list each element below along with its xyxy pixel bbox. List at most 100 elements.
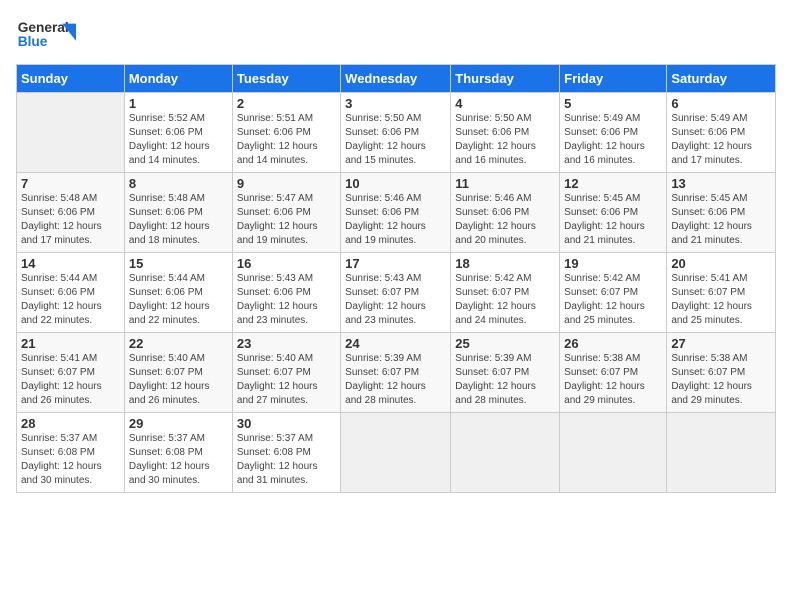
- day-cell: 15Sunrise: 5:44 AM Sunset: 6:06 PM Dayli…: [124, 253, 232, 333]
- day-info: Sunrise: 5:44 AM Sunset: 6:06 PM Dayligh…: [129, 272, 228, 328]
- logo: General Blue: [16, 16, 76, 56]
- svg-text:General: General: [18, 20, 69, 35]
- day-number: 15: [129, 256, 228, 271]
- day-cell: 16Sunrise: 5:43 AM Sunset: 6:06 PM Dayli…: [232, 253, 340, 333]
- day-info: Sunrise: 5:49 AM Sunset: 6:06 PM Dayligh…: [564, 112, 662, 168]
- day-info: Sunrise: 5:50 AM Sunset: 6:06 PM Dayligh…: [345, 112, 446, 168]
- day-info: Sunrise: 5:49 AM Sunset: 6:06 PM Dayligh…: [671, 112, 771, 168]
- day-cell: 11Sunrise: 5:46 AM Sunset: 6:06 PM Dayli…: [451, 173, 560, 253]
- day-info: Sunrise: 5:39 AM Sunset: 6:07 PM Dayligh…: [455, 352, 555, 408]
- day-cell: 25Sunrise: 5:39 AM Sunset: 6:07 PM Dayli…: [451, 333, 560, 413]
- day-cell: 19Sunrise: 5:42 AM Sunset: 6:07 PM Dayli…: [560, 253, 667, 333]
- day-info: Sunrise: 5:42 AM Sunset: 6:07 PM Dayligh…: [564, 272, 662, 328]
- day-number: 21: [21, 336, 120, 351]
- week-row-2: 7Sunrise: 5:48 AM Sunset: 6:06 PM Daylig…: [17, 173, 776, 253]
- header-cell-saturday: Saturday: [667, 65, 776, 93]
- day-number: 5: [564, 96, 662, 111]
- day-info: Sunrise: 5:48 AM Sunset: 6:06 PM Dayligh…: [21, 192, 120, 248]
- day-number: 17: [345, 256, 446, 271]
- day-cell: 20Sunrise: 5:41 AM Sunset: 6:07 PM Dayli…: [667, 253, 776, 333]
- day-cell: 24Sunrise: 5:39 AM Sunset: 6:07 PM Dayli…: [341, 333, 451, 413]
- day-info: Sunrise: 5:37 AM Sunset: 6:08 PM Dayligh…: [237, 432, 336, 488]
- header-cell-friday: Friday: [560, 65, 667, 93]
- day-cell: 26Sunrise: 5:38 AM Sunset: 6:07 PM Dayli…: [560, 333, 667, 413]
- day-info: Sunrise: 5:40 AM Sunset: 6:07 PM Dayligh…: [237, 352, 336, 408]
- day-cell: 4Sunrise: 5:50 AM Sunset: 6:06 PM Daylig…: [451, 93, 560, 173]
- header-cell-wednesday: Wednesday: [341, 65, 451, 93]
- day-info: Sunrise: 5:47 AM Sunset: 6:06 PM Dayligh…: [237, 192, 336, 248]
- day-number: 16: [237, 256, 336, 271]
- svg-text:Blue: Blue: [18, 34, 48, 49]
- day-cell: 30Sunrise: 5:37 AM Sunset: 6:08 PM Dayli…: [232, 413, 340, 493]
- header-cell-monday: Monday: [124, 65, 232, 93]
- day-number: 12: [564, 176, 662, 191]
- day-cell: 29Sunrise: 5:37 AM Sunset: 6:08 PM Dayli…: [124, 413, 232, 493]
- day-number: 14: [21, 256, 120, 271]
- day-number: 29: [129, 416, 228, 431]
- day-info: Sunrise: 5:46 AM Sunset: 6:06 PM Dayligh…: [455, 192, 555, 248]
- day-number: 6: [671, 96, 771, 111]
- day-cell: 2Sunrise: 5:51 AM Sunset: 6:06 PM Daylig…: [232, 93, 340, 173]
- day-info: Sunrise: 5:41 AM Sunset: 6:07 PM Dayligh…: [671, 272, 771, 328]
- day-number: 24: [345, 336, 446, 351]
- day-number: 1: [129, 96, 228, 111]
- week-row-4: 21Sunrise: 5:41 AM Sunset: 6:07 PM Dayli…: [17, 333, 776, 413]
- day-number: 9: [237, 176, 336, 191]
- day-cell: 8Sunrise: 5:48 AM Sunset: 6:06 PM Daylig…: [124, 173, 232, 253]
- day-number: 13: [671, 176, 771, 191]
- day-info: Sunrise: 5:52 AM Sunset: 6:06 PM Dayligh…: [129, 112, 228, 168]
- day-info: Sunrise: 5:40 AM Sunset: 6:07 PM Dayligh…: [129, 352, 228, 408]
- day-number: 25: [455, 336, 555, 351]
- day-info: Sunrise: 5:45 AM Sunset: 6:06 PM Dayligh…: [564, 192, 662, 248]
- day-cell: [560, 413, 667, 493]
- day-number: 7: [21, 176, 120, 191]
- day-number: 19: [564, 256, 662, 271]
- day-info: Sunrise: 5:43 AM Sunset: 6:07 PM Dayligh…: [345, 272, 446, 328]
- day-number: 27: [671, 336, 771, 351]
- day-number: 22: [129, 336, 228, 351]
- day-number: 4: [455, 96, 555, 111]
- day-info: Sunrise: 5:41 AM Sunset: 6:07 PM Dayligh…: [21, 352, 120, 408]
- day-number: 23: [237, 336, 336, 351]
- day-info: Sunrise: 5:37 AM Sunset: 6:08 PM Dayligh…: [21, 432, 120, 488]
- day-cell: 10Sunrise: 5:46 AM Sunset: 6:06 PM Dayli…: [341, 173, 451, 253]
- header-cell-tuesday: Tuesday: [232, 65, 340, 93]
- header-cell-sunday: Sunday: [17, 65, 125, 93]
- day-cell: 17Sunrise: 5:43 AM Sunset: 6:07 PM Dayli…: [341, 253, 451, 333]
- day-number: 20: [671, 256, 771, 271]
- week-row-3: 14Sunrise: 5:44 AM Sunset: 6:06 PM Dayli…: [17, 253, 776, 333]
- day-cell: 3Sunrise: 5:50 AM Sunset: 6:06 PM Daylig…: [341, 93, 451, 173]
- day-info: Sunrise: 5:37 AM Sunset: 6:08 PM Dayligh…: [129, 432, 228, 488]
- calendar-table: SundayMondayTuesdayWednesdayThursdayFrid…: [16, 64, 776, 493]
- header-row: SundayMondayTuesdayWednesdayThursdayFrid…: [17, 65, 776, 93]
- day-cell: 21Sunrise: 5:41 AM Sunset: 6:07 PM Dayli…: [17, 333, 125, 413]
- day-cell: 12Sunrise: 5:45 AM Sunset: 6:06 PM Dayli…: [560, 173, 667, 253]
- day-number: 28: [21, 416, 120, 431]
- day-cell: 14Sunrise: 5:44 AM Sunset: 6:06 PM Dayli…: [17, 253, 125, 333]
- day-info: Sunrise: 5:46 AM Sunset: 6:06 PM Dayligh…: [345, 192, 446, 248]
- day-cell: 22Sunrise: 5:40 AM Sunset: 6:07 PM Dayli…: [124, 333, 232, 413]
- day-number: 18: [455, 256, 555, 271]
- day-cell: [451, 413, 560, 493]
- day-info: Sunrise: 5:44 AM Sunset: 6:06 PM Dayligh…: [21, 272, 120, 328]
- logo-icon: General Blue: [16, 16, 76, 56]
- day-cell: 13Sunrise: 5:45 AM Sunset: 6:06 PM Dayli…: [667, 173, 776, 253]
- day-info: Sunrise: 5:45 AM Sunset: 6:06 PM Dayligh…: [671, 192, 771, 248]
- day-number: 30: [237, 416, 336, 431]
- day-info: Sunrise: 5:38 AM Sunset: 6:07 PM Dayligh…: [671, 352, 771, 408]
- day-cell: 6Sunrise: 5:49 AM Sunset: 6:06 PM Daylig…: [667, 93, 776, 173]
- day-cell: 27Sunrise: 5:38 AM Sunset: 6:07 PM Dayli…: [667, 333, 776, 413]
- day-info: Sunrise: 5:51 AM Sunset: 6:06 PM Dayligh…: [237, 112, 336, 168]
- day-cell: [341, 413, 451, 493]
- page-header: General Blue: [16, 16, 776, 56]
- day-info: Sunrise: 5:50 AM Sunset: 6:06 PM Dayligh…: [455, 112, 555, 168]
- day-info: Sunrise: 5:39 AM Sunset: 6:07 PM Dayligh…: [345, 352, 446, 408]
- day-cell: 23Sunrise: 5:40 AM Sunset: 6:07 PM Dayli…: [232, 333, 340, 413]
- week-row-5: 28Sunrise: 5:37 AM Sunset: 6:08 PM Dayli…: [17, 413, 776, 493]
- day-cell: [17, 93, 125, 173]
- day-info: Sunrise: 5:48 AM Sunset: 6:06 PM Dayligh…: [129, 192, 228, 248]
- day-cell: 18Sunrise: 5:42 AM Sunset: 6:07 PM Dayli…: [451, 253, 560, 333]
- day-number: 26: [564, 336, 662, 351]
- day-cell: [667, 413, 776, 493]
- header-cell-thursday: Thursday: [451, 65, 560, 93]
